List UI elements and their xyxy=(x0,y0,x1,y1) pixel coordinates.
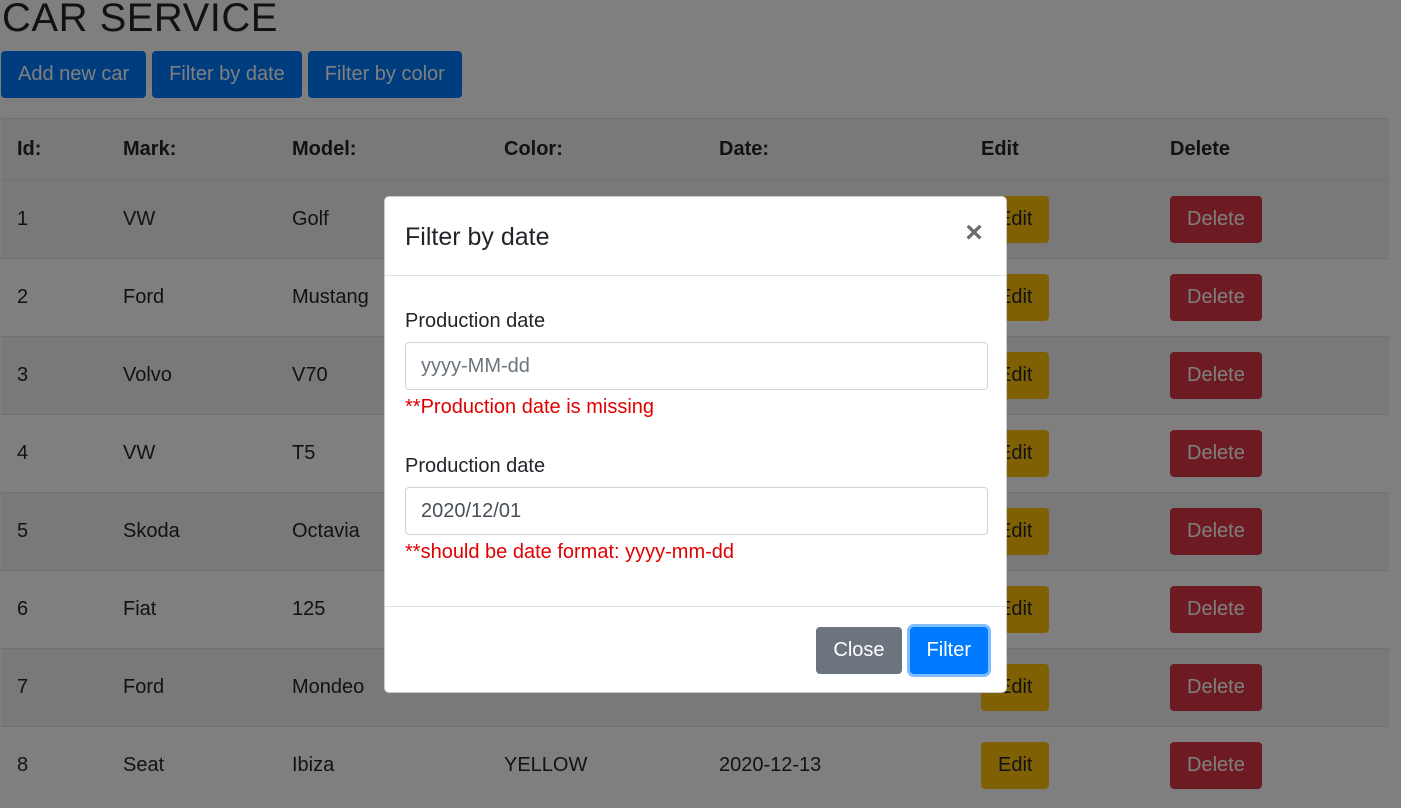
filter-by-date-modal: Filter by date × Production date **Produ… xyxy=(384,196,1007,693)
production-date-error: **Production date is missing xyxy=(405,396,655,418)
modal-title: Filter by date xyxy=(405,223,550,251)
modal-actions: Close Filter xyxy=(816,627,988,674)
production-date-label: Production date xyxy=(405,455,546,477)
close-button[interactable]: Close xyxy=(816,627,902,674)
production-date-input-1[interactable] xyxy=(405,342,988,390)
production-date-input-2[interactable] xyxy=(405,487,988,535)
modal-footer: Close Filter xyxy=(385,606,1006,692)
date-format-error: **should be date format: yyyy-mm-dd xyxy=(405,541,735,563)
production-date-group-1: Production date **Production date is mis… xyxy=(405,306,988,420)
modal-body: Production date **Production date is mis… xyxy=(405,276,988,606)
filter-button[interactable]: Filter xyxy=(909,627,988,674)
modal-header: Filter by date × xyxy=(385,197,1006,276)
production-date-label: Production date xyxy=(405,310,546,332)
production-date-group-2: Production date **should be date format:… xyxy=(405,451,988,565)
close-icon[interactable]: × xyxy=(962,218,986,248)
